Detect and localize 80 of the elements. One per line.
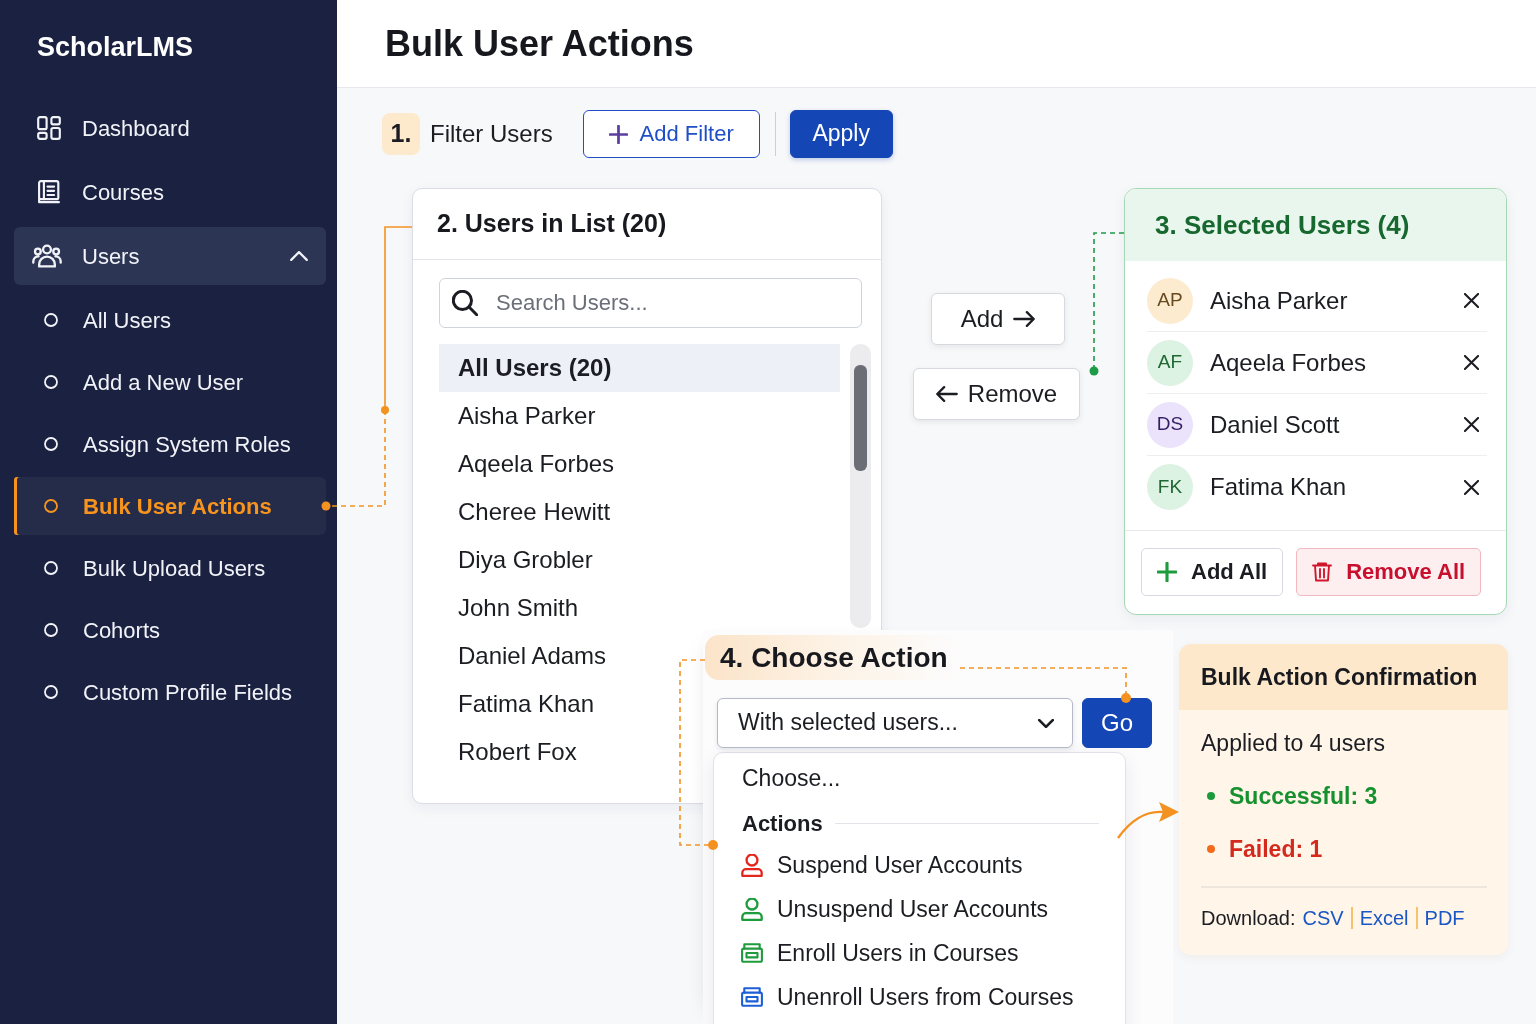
plus-icon: [1157, 562, 1177, 582]
trash-icon: [1312, 561, 1333, 583]
download-link[interactable]: Excel: [1359, 903, 1409, 933]
add-button[interactable]: Add: [931, 293, 1065, 345]
menu-item[interactable]: Unsuspend User Accounts: [714, 887, 1125, 931]
nav-subitem[interactable]: Add a New User: [14, 353, 326, 411]
user-name: Aqeela Forbes: [1210, 347, 1367, 378]
nav-subitem[interactable]: Bulk Upload Users: [14, 539, 326, 597]
scrollbar[interactable]: [850, 344, 871, 628]
close-icon[interactable]: [1464, 479, 1479, 495]
remove-button[interactable]: Remove: [913, 368, 1080, 420]
arrow-left-icon: [935, 386, 958, 402]
nav-item[interactable]: Users: [14, 227, 326, 285]
section-title: Filter Users: [430, 119, 553, 149]
book-icon: [37, 180, 61, 204]
close-icon[interactable]: [1464, 293, 1479, 308]
panel-title: 2. Users in List (20): [437, 208, 667, 240]
panel-title: 3. Selected Users (4): [1155, 208, 1410, 242]
nav-subitem[interactable]: Custom Profile Fields: [14, 663, 326, 721]
circle-icon: [44, 685, 58, 699]
chevron-icon[interactable]: [290, 251, 308, 261]
add-all-button[interactable]: Add All: [1141, 548, 1284, 596]
result-text: Successful: 3: [1229, 781, 1378, 811]
list-item[interactable]: Fatima Khan: [439, 680, 603, 728]
circle-icon: [44, 623, 58, 637]
list-item[interactable]: Robert Fox: [439, 728, 585, 776]
menu-header: Actions: [742, 809, 823, 838]
nav-subitem[interactable]: Cohorts: [14, 601, 326, 659]
summary-text: Applied to 4 users: [1201, 729, 1386, 758]
download-label: Download:: [1201, 906, 1296, 931]
menu-item[interactable]: Suspend User Accounts: [714, 843, 1125, 887]
list-item[interactable]: Cheree Hewitt: [439, 488, 619, 536]
list-item[interactable]: All Users (20): [439, 344, 840, 392]
download-link[interactable]: CSV: [1302, 903, 1344, 933]
close-icon[interactable]: [1464, 355, 1479, 370]
circle-icon: [44, 499, 58, 513]
avatar: AF: [1147, 339, 1193, 386]
caret-icon: [1038, 718, 1054, 728]
brand-name: ScholarLMS: [37, 31, 194, 64]
menu-item[interactable]: Enroll Users in Courses: [714, 931, 1125, 975]
user-name: Aisha Parker: [1210, 285, 1348, 316]
add-filter-button[interactable]: Add Filter: [582, 110, 760, 158]
list-item[interactable]: Daniel Adams: [439, 632, 615, 680]
step-number: 1.: [382, 113, 420, 155]
avatar: DS: [1147, 401, 1193, 448]
action-select[interactable]: With selected users...: [717, 698, 1073, 748]
list-item[interactable]: John Smith: [439, 584, 587, 632]
page-title: Bulk User Actions: [385, 21, 694, 66]
panel-title: Bulk Action Confirmation: [1201, 662, 1478, 692]
grid-icon: [37, 116, 61, 140]
avatar: AP: [1147, 277, 1193, 324]
user-name: Daniel Scott: [1210, 409, 1340, 440]
list-item[interactable]: Aqeela Forbes: [439, 440, 623, 488]
download-link[interactable]: PDF: [1424, 903, 1465, 933]
circle-icon: [44, 561, 58, 575]
nav-item[interactable]: Courses: [14, 163, 326, 221]
apply-button[interactable]: Apply: [789, 110, 893, 158]
arrow-right-icon: [1013, 311, 1036, 327]
circle-icon: [44, 313, 58, 327]
plus-icon: [608, 124, 628, 144]
circle-icon: [44, 375, 58, 389]
curved-arrow: [1117, 802, 1179, 839]
users-icon: [32, 244, 62, 268]
menu-item[interactable]: Unenroll Users from Courses: [714, 975, 1125, 1019]
remove-all-button[interactable]: Remove All: [1296, 548, 1482, 596]
nav-subitem[interactable]: Bulk User Actions: [14, 477, 326, 535]
nav-subitem[interactable]: All Users: [14, 291, 326, 349]
close-icon[interactable]: [1464, 417, 1479, 432]
nav-item[interactable]: Dashboard: [14, 99, 326, 157]
list-item[interactable]: Aisha Parker: [439, 392, 604, 440]
nav-subitem[interactable]: Assign System Roles: [14, 415, 326, 473]
avatar: FK: [1147, 464, 1193, 510]
search-icon: [452, 290, 478, 316]
menu-item[interactable]: Choose...: [714, 758, 1125, 798]
list-item[interactable]: Diya Grobler: [439, 536, 601, 584]
result-text: Failed: 1: [1229, 834, 1323, 864]
circle-icon: [44, 437, 58, 451]
user-name: Fatima Khan: [1210, 472, 1347, 502]
search-field[interactable]: Search Users...: [439, 278, 862, 328]
go-button[interactable]: Go: [1082, 698, 1152, 748]
